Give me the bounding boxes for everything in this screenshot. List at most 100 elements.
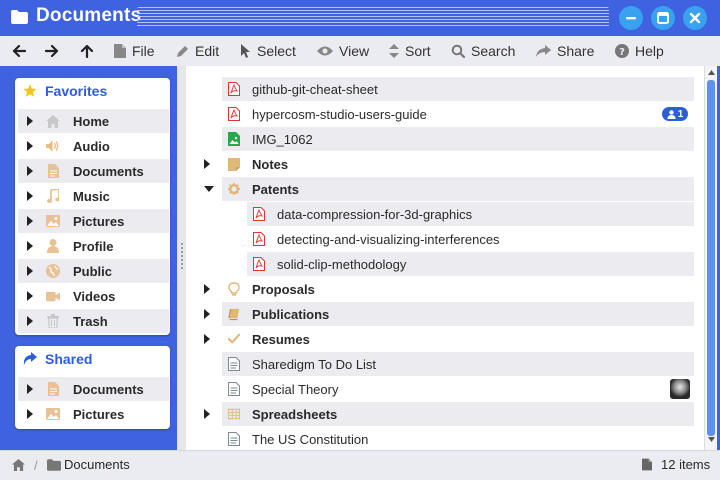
folder-row-resumes[interactable]: Resumes (204, 327, 694, 351)
help-menu[interactable]: ? Help (615, 36, 664, 66)
file-name: The US Constitution (252, 431, 369, 447)
shared-users-badge[interactable]: 1 (662, 107, 688, 121)
caret-right-icon (27, 166, 33, 176)
view-menu[interactable]: View (317, 36, 369, 66)
sidebar-item-videos[interactable]: Videos (18, 284, 169, 308)
users-icon (667, 109, 676, 119)
list-item[interactable]: detecting-and-visualizing-interferences (247, 227, 694, 251)
svg-text:?: ? (619, 47, 625, 58)
trash-icon (47, 314, 59, 328)
caret-right-icon (27, 241, 33, 251)
caret-right-icon (27, 216, 33, 226)
folder-row-patents[interactable]: Patents (204, 177, 694, 201)
cursor-icon (241, 44, 250, 58)
document-icon (47, 164, 59, 178)
shared-header[interactable]: Shared (15, 346, 170, 372)
title-bar: Documents (0, 0, 720, 36)
file-list: github-git-cheat-sheet hypercosm-studio-… (186, 66, 704, 450)
sidebar-item-music[interactable]: Music (18, 184, 169, 208)
file-name: detecting-and-visualizing-interferences (277, 231, 500, 247)
spreadsheet-icon (228, 408, 240, 420)
folder-name: Proposals (252, 281, 315, 297)
list-item[interactable]: Special Theory (222, 377, 694, 401)
list-item[interactable]: IMG_1062 (222, 127, 694, 151)
caret-right-icon (27, 409, 33, 419)
favorites-header[interactable]: Favorites (15, 78, 170, 104)
caret-right-icon[interactable] (204, 159, 210, 169)
scroll-up-icon[interactable] (708, 70, 715, 75)
pdf-file-icon (228, 82, 240, 96)
breadcrumb-current[interactable]: Documents (64, 457, 130, 472)
sidebar-item-profile[interactable]: Profile (18, 234, 169, 258)
file-menu[interactable]: File (114, 36, 155, 66)
file-name: github-git-cheat-sheet (252, 81, 378, 97)
folder-row-spreadsheets[interactable]: Spreadsheets (204, 402, 694, 426)
caret-down-icon[interactable] (204, 186, 214, 192)
search-icon (451, 44, 465, 58)
lightbulb-icon (228, 282, 240, 296)
sidebar-item-home[interactable]: Home (18, 109, 169, 133)
sort-menu[interactable]: Sort (389, 36, 431, 66)
arrow-left-icon (12, 44, 26, 58)
file-menu-label: File (132, 43, 155, 59)
sidebar-item-label: Pictures (73, 406, 125, 422)
edit-menu[interactable]: Edit (176, 36, 219, 66)
speaker-icon (46, 140, 59, 152)
text-file-icon (228, 382, 240, 396)
caret-right-icon[interactable] (204, 284, 210, 294)
close-button[interactable] (683, 6, 707, 30)
maximize-button[interactable] (651, 6, 675, 30)
owner-avatar[interactable] (670, 379, 690, 399)
pdf-file-icon (228, 107, 240, 121)
list-item[interactable]: solid-clip-methodology (247, 252, 694, 276)
sidebar-item-public[interactable]: Public (18, 259, 169, 283)
forward-button[interactable] (45, 36, 59, 66)
list-item[interactable]: hypercosm-studio-users-guide 1 (222, 102, 694, 126)
caret-right-icon[interactable] (204, 309, 210, 319)
view-menu-label: View (339, 43, 370, 59)
caret-right-icon (27, 116, 33, 126)
help-icon: ? (615, 44, 629, 58)
share-menu[interactable]: Share (536, 36, 594, 66)
file-name: Sharedigm To Do List (252, 356, 377, 372)
breadcrumb-separator: / (34, 458, 38, 473)
file-name: hypercosm-studio-users-guide (252, 106, 427, 122)
vertical-scrollbar[interactable] (704, 66, 717, 450)
picture-icon (46, 215, 60, 227)
sidebar: Favorites Home Audio Documents Music Pic… (3, 66, 177, 450)
pdf-file-icon (253, 232, 265, 246)
list-item[interactable]: Sharedigm To Do List (222, 352, 694, 376)
up-button[interactable] (80, 36, 94, 66)
sidebar-item-shared-pictures[interactable]: Pictures (18, 402, 169, 426)
sidebar-item-documents[interactable]: Documents (18, 159, 169, 183)
file-name: Special Theory (252, 381, 339, 397)
list-item[interactable]: data-compression-for-3d-graphics (247, 202, 694, 226)
minimize-button[interactable] (619, 6, 643, 30)
text-file-icon (228, 432, 240, 446)
folder-row-notes[interactable]: Notes (204, 152, 694, 176)
list-item[interactable]: github-git-cheat-sheet (222, 77, 694, 101)
caret-right-icon (27, 191, 33, 201)
caret-right-icon[interactable] (204, 334, 210, 344)
back-button[interactable] (12, 36, 26, 66)
caret-right-icon (27, 316, 33, 326)
sidebar-item-audio[interactable]: Audio (18, 134, 169, 158)
scroll-down-icon[interactable] (708, 437, 715, 442)
sidebar-item-trash[interactable]: Trash (18, 309, 169, 333)
list-item[interactable]: The US Constitution (222, 427, 694, 450)
folder-row-publications[interactable]: Publications (204, 302, 694, 326)
scrollbar-thumb[interactable] (707, 80, 715, 436)
home-icon[interactable] (12, 459, 25, 471)
select-menu[interactable]: Select (240, 36, 296, 66)
shared-title: Shared (45, 351, 93, 367)
file-name: data-compression-for-3d-graphics (277, 206, 473, 222)
folder-row-proposals[interactable]: Proposals (204, 277, 694, 301)
sidebar-item-pictures[interactable]: Pictures (18, 209, 169, 233)
caret-right-icon[interactable] (204, 409, 210, 419)
sidebar-item-shared-documents[interactable]: Documents (18, 377, 169, 401)
search-menu[interactable]: Search (451, 36, 515, 66)
title-drag-handle[interactable] (137, 7, 609, 28)
sidebar-item-label: Trash (73, 313, 108, 329)
file-icon (114, 44, 126, 58)
window-title: Documents (36, 5, 142, 26)
